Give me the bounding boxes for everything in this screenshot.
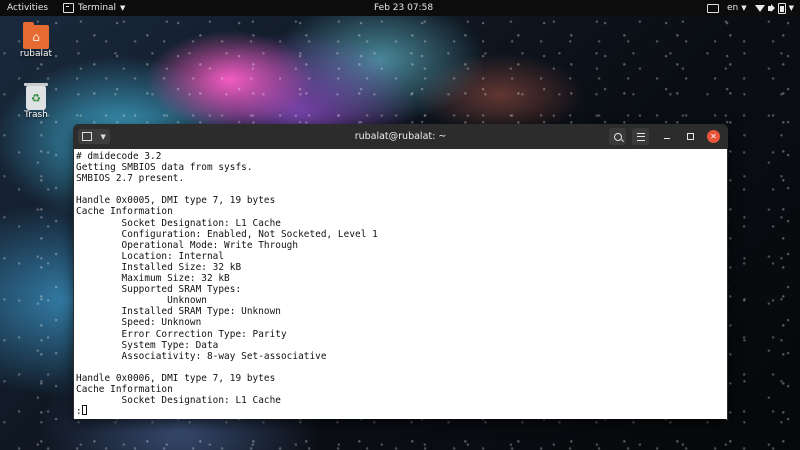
terminal-line: Maximum Size: 32 kB	[76, 273, 230, 285]
terminal-titlebar[interactable]: ▼ rubalat@rubalat: ~ ✕	[73, 124, 728, 149]
caret-down-icon: ▼	[788, 4, 794, 12]
search-icon	[613, 132, 622, 141]
terminal-line: Speed: Unknown	[76, 317, 202, 329]
close-button[interactable]: ✕	[707, 130, 720, 143]
terminal-line: Unknown	[76, 295, 207, 307]
terminal-line: Supported SRAM Types:	[76, 284, 242, 296]
maximize-icon	[687, 133, 694, 140]
terminal-line: Getting SMBIOS data from sysfs.	[76, 162, 253, 174]
terminal-line: Configuration: Enabled, Not Socketed, Le…	[76, 228, 378, 240]
terminal-text: # dmidecode 3.2 Getting SMBIOS data from…	[74, 149, 727, 417]
language-indicator[interactable]: en ▼	[727, 0, 747, 16]
terminal-icon	[63, 3, 74, 13]
terminal-output[interactable]: # dmidecode 3.2 Getting SMBIOS data from…	[74, 149, 727, 419]
terminal-line: Location: Internal	[76, 250, 225, 262]
terminal-cursor	[82, 405, 87, 415]
top-bar: Activities Terminal ▼ Feb 23 07:58 en ▼ …	[0, 0, 800, 16]
minimize-icon	[663, 137, 670, 140]
desktop-icon-trash[interactable]: ♻ Trash	[16, 83, 56, 120]
terminal-line: Operational Mode: Write Through	[76, 239, 299, 251]
terminal-line: Installed SRAM Type: Unknown	[76, 306, 281, 318]
wifi-icon	[754, 4, 765, 12]
terminal-line: Handle 0x0006, DMI type 7, 19 bytes	[76, 372, 276, 384]
terminal-line: Error Correction Type: Parity	[76, 328, 287, 340]
terminal-line: Cache Information	[76, 383, 173, 395]
caret-down-icon: ▼	[120, 4, 126, 12]
terminal-window[interactable]: ▼ rubalat@rubalat: ~ ✕ # dmidecode 3.2 G…	[73, 124, 728, 419]
desktop-icon-home[interactable]: ⌂ rubalat	[16, 22, 56, 59]
home-folder-icon: ⌂	[23, 22, 49, 49]
activities-button[interactable]: Activities	[7, 0, 48, 16]
terminal-line: Socket Designation: L1 Cache	[76, 217, 281, 229]
terminal-line: # dmidecode 3.2	[76, 151, 162, 162]
terminal-line: :	[76, 406, 82, 418]
terminal-line: SMBIOS 2.7 present.	[76, 173, 185, 185]
app-menu-label: Terminal	[78, 3, 117, 13]
trash-icon: ♻	[24, 83, 48, 110]
terminal-line: Socket Designation: L1 Cache	[76, 395, 281, 407]
clock[interactable]: Feb 23 07:58	[374, 0, 433, 16]
language-label: en	[726, 3, 739, 13]
system-menu[interactable]: ▼	[754, 0, 794, 16]
close-icon: ✕	[710, 132, 717, 141]
screen-indicator[interactable]	[706, 3, 719, 13]
minimize-button[interactable]	[660, 130, 673, 143]
battery-icon	[777, 2, 786, 14]
desktop-icon-label: Trash	[24, 110, 48, 120]
volume-icon	[767, 3, 775, 12]
menu-button[interactable]	[632, 128, 649, 145]
app-menu[interactable]: Terminal ▼	[63, 0, 125, 16]
terminal-line: Installed Size: 32 kB	[76, 261, 242, 273]
terminal-line: System Type: Data	[76, 339, 219, 351]
caret-down-icon: ▼	[741, 4, 747, 12]
system-tray: en ▼ ▼	[706, 0, 794, 16]
search-button[interactable]	[609, 128, 626, 145]
hamburger-menu-icon	[636, 132, 645, 141]
maximize-button[interactable]	[684, 130, 697, 143]
terminal-line: Handle 0x0005, DMI type 7, 19 bytes	[76, 195, 276, 207]
terminal-line: Cache Information	[76, 206, 173, 218]
desktop-icon-label: rubalat	[19, 49, 53, 59]
screen-icon	[706, 3, 719, 13]
window-title: rubalat@rubalat: ~	[354, 131, 447, 142]
terminal-line: Associativity: 8-way Set-associative	[76, 350, 327, 362]
